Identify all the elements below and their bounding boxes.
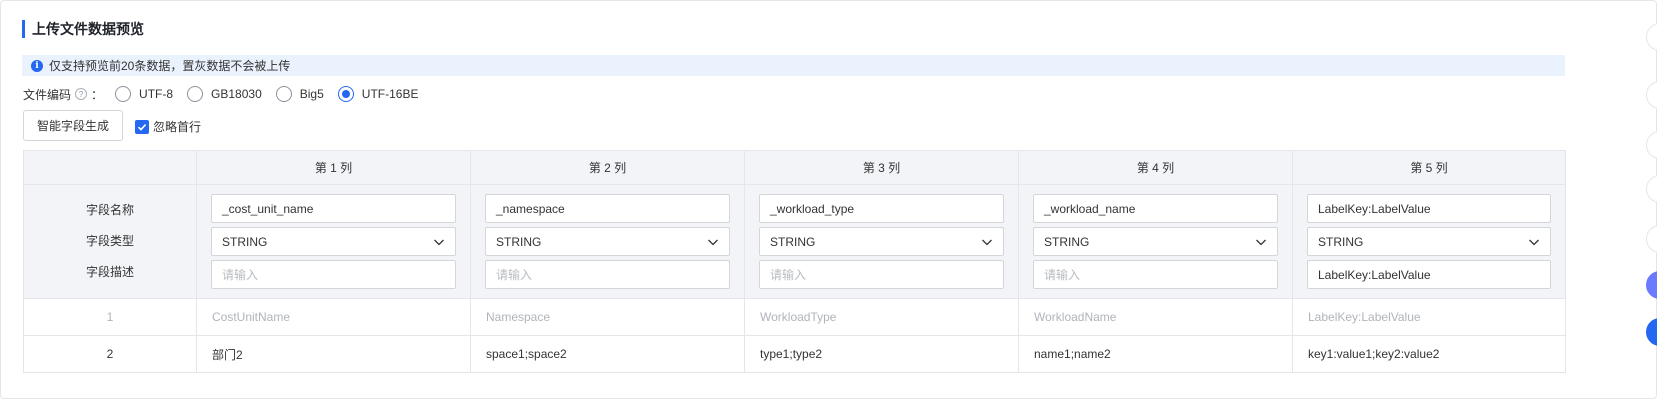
field-desc-input[interactable]: 请输入 xyxy=(1033,260,1278,289)
checkbox-label: 忽略首行 xyxy=(153,120,202,134)
radio-button[interactable] xyxy=(115,86,132,102)
encoding-colon: ： xyxy=(91,87,104,102)
table-cell: key1:value1;key2:value2 xyxy=(1292,335,1566,373)
row-number: 2 xyxy=(23,335,197,373)
select-value: STRING xyxy=(222,234,268,249)
field-name-input[interactable]: _namespace xyxy=(485,194,730,223)
chevron-down-icon xyxy=(708,239,718,245)
field-type-label: 字段类型 xyxy=(85,234,134,248)
panel-title: 上传文件数据预览 xyxy=(22,20,144,38)
field-type-select[interactable]: STRING xyxy=(759,227,1004,256)
help-icon[interactable]: ? xyxy=(75,88,88,100)
floating-tool-button[interactable] xyxy=(1646,81,1657,109)
encoding-option-big5[interactable]: Big5 xyxy=(275,86,324,102)
field-desc-input[interactable]: 请输入 xyxy=(485,260,730,289)
chevron-down-icon xyxy=(434,239,444,245)
field-name-input[interactable]: _workload_name xyxy=(1033,194,1278,223)
column-config: LabelKey:LabelValue STRING LabelKey:Labe… xyxy=(1292,184,1566,299)
field-desc-input[interactable]: 请输入 xyxy=(759,260,1004,289)
field-config-row: 字段名称 字段类型 字段描述 _cost_unit_name STRING 请输… xyxy=(23,184,1566,299)
chevron-down-icon xyxy=(1529,239,1539,245)
field-type-select[interactable]: STRING xyxy=(1033,227,1278,256)
field-name-label: 字段名称 xyxy=(85,203,134,217)
select-value: STRING xyxy=(496,234,542,249)
table-cell: WorkloadType xyxy=(744,298,1019,336)
select-value: STRING xyxy=(770,234,816,249)
encoding-row: 文件编码 ? ： UTF-8 GB18030 Big5 UTF-16BE xyxy=(23,84,418,104)
chevron-down-icon xyxy=(1256,239,1266,245)
radio-label: UTF-8 xyxy=(139,87,174,101)
notice-bar: i 仅支持预览前20条数据，置灰数据不会被上传 xyxy=(22,55,1565,76)
field-desc-label: 字段描述 xyxy=(85,265,134,279)
field-type-select[interactable]: STRING xyxy=(211,227,456,256)
table-cell: Namespace xyxy=(470,298,745,336)
encoding-option-gb18030[interactable]: GB18030 xyxy=(187,86,262,102)
table-cell: WorkloadName xyxy=(1018,298,1293,336)
table-cell: name1;name2 xyxy=(1018,335,1293,373)
floating-tool-button[interactable] xyxy=(1646,175,1657,203)
radio-button-selected[interactable] xyxy=(337,86,354,102)
field-name-input[interactable]: _workload_type xyxy=(759,194,1004,223)
corner-header xyxy=(23,150,197,185)
field-desc-input[interactable]: 请输入 xyxy=(211,260,456,289)
column-header: 第 4 列 xyxy=(1018,150,1293,185)
info-icon: i xyxy=(31,59,43,72)
radio-label: UTF-16BE xyxy=(361,87,419,101)
chevron-down-icon xyxy=(982,239,992,245)
field-name-input[interactable]: LabelKey:LabelValue xyxy=(1307,194,1551,223)
column-config: _workload_name STRING 请输入 xyxy=(1018,184,1293,299)
select-value: STRING xyxy=(1318,234,1364,249)
table-cell: 部门2 xyxy=(196,335,471,373)
column-header: 第 5 列 xyxy=(1292,150,1566,185)
column-header: 第 1 列 xyxy=(196,150,471,185)
upload-preview-panel: 上传文件数据预览 i 仅支持预览前20条数据，置灰数据不会被上传 文件编码 ? … xyxy=(0,0,1657,399)
column-header: 第 2 列 xyxy=(470,150,745,185)
smart-field-generate-button[interactable]: 智能字段生成 xyxy=(23,110,123,141)
column-header: 第 3 列 xyxy=(744,150,1019,185)
notice-text: 仅支持预览前20条数据，置灰数据不会被上传 xyxy=(49,59,291,73)
column-config: _workload_type STRING 请输入 xyxy=(744,184,1019,299)
radio-button[interactable] xyxy=(187,86,204,102)
radio-label: GB18030 xyxy=(211,87,262,101)
row-number: 1 xyxy=(23,298,197,336)
table-cell: CostUnitName xyxy=(196,298,471,336)
floating-help-button[interactable] xyxy=(1646,318,1657,346)
table-row: 1 CostUnitName Namespace WorkloadType Wo… xyxy=(23,298,1566,336)
column-config: _cost_unit_name STRING 请输入 xyxy=(196,184,471,299)
config-labels: 字段名称 字段类型 字段描述 xyxy=(23,184,197,299)
radio-button[interactable] xyxy=(275,86,292,102)
encoding-option-utf16be[interactable]: UTF-16BE xyxy=(337,86,419,102)
preview-table: 第 1 列 第 2 列 第 3 列 第 4 列 第 5 列 字段名称 字段类型 … xyxy=(23,150,1566,373)
table-header-row: 第 1 列 第 2 列 第 3 列 第 4 列 第 5 列 xyxy=(23,150,1566,185)
field-desc-input[interactable]: LabelKey:LabelValue xyxy=(1307,260,1551,289)
field-type-select[interactable]: STRING xyxy=(1307,227,1551,256)
ignore-first-row-checkbox[interactable]: 忽略首行 xyxy=(135,118,201,135)
checkbox-checked-icon[interactable] xyxy=(135,119,149,134)
radio-label: Big5 xyxy=(299,87,324,101)
floating-tool-button[interactable] xyxy=(1646,23,1657,51)
column-config: _namespace STRING 请输入 xyxy=(470,184,745,299)
encoding-option-utf8[interactable]: UTF-8 xyxy=(115,86,173,102)
table-cell: space1;space2 xyxy=(470,335,745,373)
floating-tool-button[interactable] xyxy=(1646,225,1657,253)
floating-tool-button[interactable] xyxy=(1646,131,1657,159)
table-cell: LabelKey:LabelValue xyxy=(1292,298,1566,336)
select-value: STRING xyxy=(1044,234,1090,249)
floating-minimize-button[interactable] xyxy=(1646,271,1657,299)
field-name-input[interactable]: _cost_unit_name xyxy=(211,194,456,223)
table-row: 2 部门2 space1;space2 type1;type2 name1;na… xyxy=(23,335,1566,373)
table-cell: type1;type2 xyxy=(744,335,1019,373)
encoding-label: 文件编码 xyxy=(23,87,72,102)
field-type-select[interactable]: STRING xyxy=(485,227,730,256)
